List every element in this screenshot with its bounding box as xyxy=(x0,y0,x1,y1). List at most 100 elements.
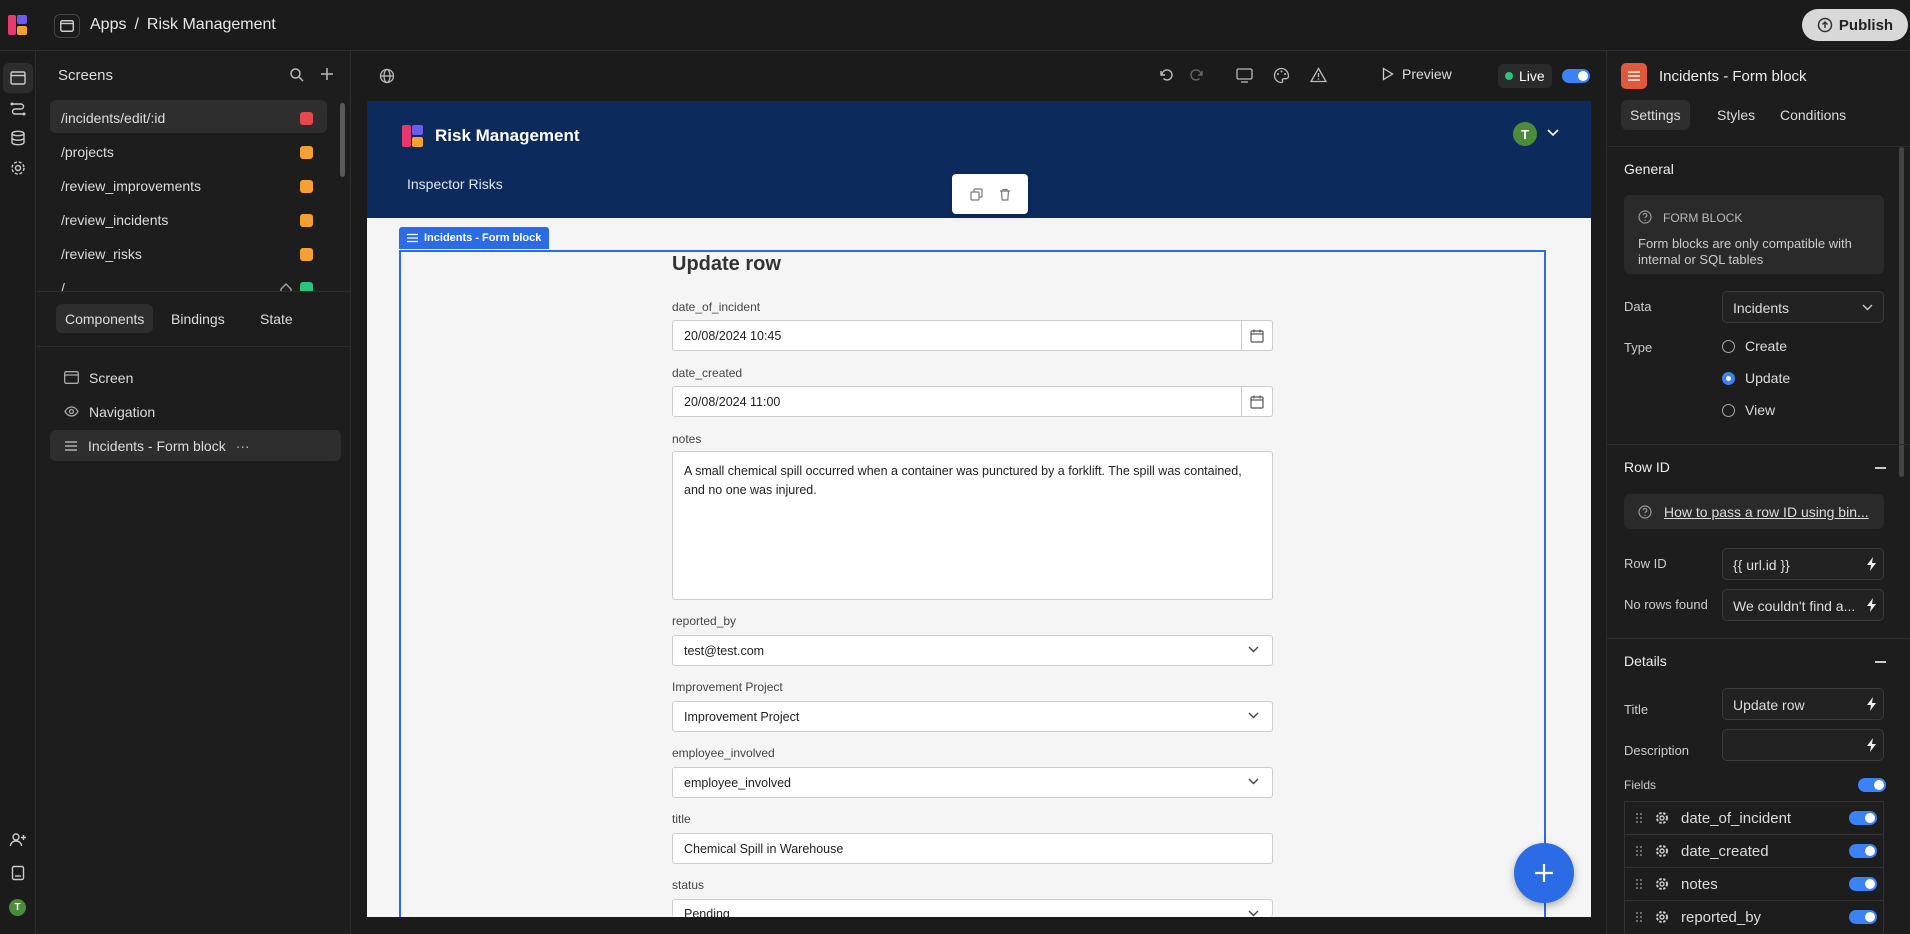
reported-by-select[interactable]: test@test.com xyxy=(672,635,1273,666)
improvement-project-select[interactable]: Improvement Project xyxy=(672,701,1273,732)
publish-button[interactable]: Publish xyxy=(1802,9,1908,41)
tab-state[interactable]: State xyxy=(251,304,302,333)
component-action-popover xyxy=(952,174,1028,214)
duplicate-icon[interactable] xyxy=(969,187,983,201)
row-id-help-link[interactable]: How to pass a row ID using bin... xyxy=(1624,494,1884,529)
trash-icon[interactable] xyxy=(999,188,1011,201)
breadcrumb-apps[interactable]: Apps xyxy=(90,16,126,34)
binding-lightning-icon[interactable] xyxy=(1866,598,1878,612)
fields-toggle[interactable] xyxy=(1858,778,1886,792)
app-user-avatar[interactable]: T xyxy=(1513,122,1537,146)
gear-icon[interactable] xyxy=(1655,811,1669,825)
field-visibility-toggle[interactable] xyxy=(1849,910,1877,924)
tab-conditions[interactable]: Conditions xyxy=(1771,100,1855,130)
radio-button[interactable] xyxy=(1722,403,1735,417)
app-brand[interactable]: Risk Management xyxy=(401,124,580,148)
user-avatar[interactable]: T xyxy=(9,899,26,916)
warning-icon[interactable] xyxy=(1310,67,1327,83)
status-select[interactable]: Pending xyxy=(672,899,1273,917)
notes-textarea[interactable]: A small chemical spill occurred when a c… xyxy=(672,451,1273,600)
add-screen-icon[interactable] xyxy=(319,66,335,82)
search-icon[interactable] xyxy=(289,67,305,83)
device-preview-icon[interactable] xyxy=(1236,68,1253,83)
drag-handle-icon[interactable] xyxy=(1635,812,1643,824)
tab-settings[interactable]: Settings xyxy=(1621,100,1690,130)
redo-icon[interactable] xyxy=(1188,67,1205,84)
no-rows-input[interactable]: We couldn't find a... xyxy=(1722,589,1884,621)
sidebar-toggle-icon[interactable] xyxy=(54,14,80,38)
description-input[interactable] xyxy=(1722,729,1884,761)
screens-icon[interactable] xyxy=(9,69,27,87)
settings-gear-icon[interactable] xyxy=(9,159,27,177)
row-id-input[interactable]: {{ url.id }} xyxy=(1722,548,1884,580)
employee-involved-select[interactable]: employee_involved xyxy=(672,767,1273,798)
nav-link-inspector-risks[interactable]: Inspector Risks xyxy=(407,176,503,192)
field-row-reported-by[interactable]: reported_by xyxy=(1624,900,1884,933)
gear-icon[interactable] xyxy=(1655,910,1669,924)
screens-scrollbar[interactable] xyxy=(340,103,345,177)
screen-route: /review_risks xyxy=(61,246,142,262)
binding-lightning-icon[interactable] xyxy=(1866,697,1878,711)
tab-styles[interactable]: Styles xyxy=(1708,100,1764,130)
type-radio-create[interactable]: Create xyxy=(1722,338,1787,354)
field-visibility-toggle[interactable] xyxy=(1849,877,1877,891)
drag-handle-icon[interactable] xyxy=(1635,911,1643,923)
panel-scrollbar[interactable] xyxy=(1899,147,1904,477)
screen-item[interactable]: /review_incidents xyxy=(50,202,327,235)
preview-button[interactable]: Preview xyxy=(1382,66,1452,82)
screen-item[interactable]: /incidents/edit/:id xyxy=(50,100,327,133)
collapse-icon[interactable] xyxy=(1875,467,1886,469)
budibase-logo-icon[interactable] xyxy=(7,14,29,36)
gear-icon[interactable] xyxy=(1655,844,1669,858)
live-toggle[interactable] xyxy=(1562,69,1590,83)
drag-handle-icon[interactable] xyxy=(1635,845,1643,857)
tree-item-form-block[interactable]: Incidents - Form block ··· xyxy=(50,430,341,461)
tab-bindings[interactable]: Bindings xyxy=(162,304,234,333)
screen-item[interactable]: /projects xyxy=(50,134,327,167)
type-radio-update[interactable]: Update xyxy=(1722,370,1790,386)
field-row-date-of-incident[interactable]: date_of_incident xyxy=(1624,801,1884,834)
collapse-icon[interactable] xyxy=(1875,661,1886,663)
screen-item[interactable]: / xyxy=(50,270,327,291)
add-component-button[interactable] xyxy=(1514,843,1574,903)
screen-color-badge xyxy=(300,248,313,261)
automation-icon[interactable] xyxy=(9,99,27,117)
invite-user-icon[interactable] xyxy=(9,831,27,849)
field-visibility-toggle[interactable] xyxy=(1849,811,1877,825)
field-row-notes[interactable]: notes xyxy=(1624,867,1884,900)
binding-lightning-icon[interactable] xyxy=(1866,738,1878,752)
radio-button-selected[interactable] xyxy=(1722,371,1735,385)
screen-color-badge xyxy=(300,214,313,227)
type-radio-view[interactable]: View xyxy=(1722,402,1775,418)
calendar-icon[interactable] xyxy=(1241,320,1273,351)
calendar-icon[interactable] xyxy=(1241,386,1273,417)
date-created-input[interactable]: 20/08/2024 11:00 xyxy=(672,386,1273,417)
eye-icon xyxy=(64,406,79,417)
data-source-select[interactable]: Incidents xyxy=(1722,291,1884,323)
docs-book-icon[interactable] xyxy=(9,864,27,882)
field-row-date-created[interactable]: date_created xyxy=(1624,834,1884,867)
breadcrumb-app-name[interactable]: Risk Management xyxy=(147,16,276,34)
globe-icon[interactable] xyxy=(379,68,395,84)
title-input[interactable]: Update row xyxy=(1722,688,1884,720)
drag-handle-icon[interactable] xyxy=(1635,878,1643,890)
database-icon[interactable] xyxy=(9,129,27,147)
tree-label: Screen xyxy=(89,369,134,386)
date-of-incident-input[interactable]: 20/08/2024 10:45 xyxy=(672,320,1273,351)
title-input[interactable]: Chemical Spill in Warehouse xyxy=(672,833,1273,864)
screen-item[interactable]: /review_improvements xyxy=(50,168,327,201)
publish-label: Publish xyxy=(1838,16,1894,34)
theme-palette-icon[interactable] xyxy=(1273,67,1290,84)
field-visibility-toggle[interactable] xyxy=(1849,844,1877,858)
form-block-selection-label[interactable]: Incidents - Form block xyxy=(399,227,550,249)
chevron-down-icon[interactable] xyxy=(1547,129,1559,137)
radio-button[interactable] xyxy=(1722,339,1735,353)
undo-icon[interactable] xyxy=(1158,67,1175,84)
screen-item[interactable]: /review_risks xyxy=(50,236,327,269)
binding-lightning-icon[interactable] xyxy=(1866,557,1878,571)
tree-item-navigation[interactable]: Navigation xyxy=(50,396,341,427)
tab-components[interactable]: Components xyxy=(56,304,154,333)
tree-item-screen[interactable]: Screen xyxy=(50,362,341,393)
more-options-icon[interactable]: ··· xyxy=(236,438,250,454)
gear-icon[interactable] xyxy=(1655,877,1669,891)
